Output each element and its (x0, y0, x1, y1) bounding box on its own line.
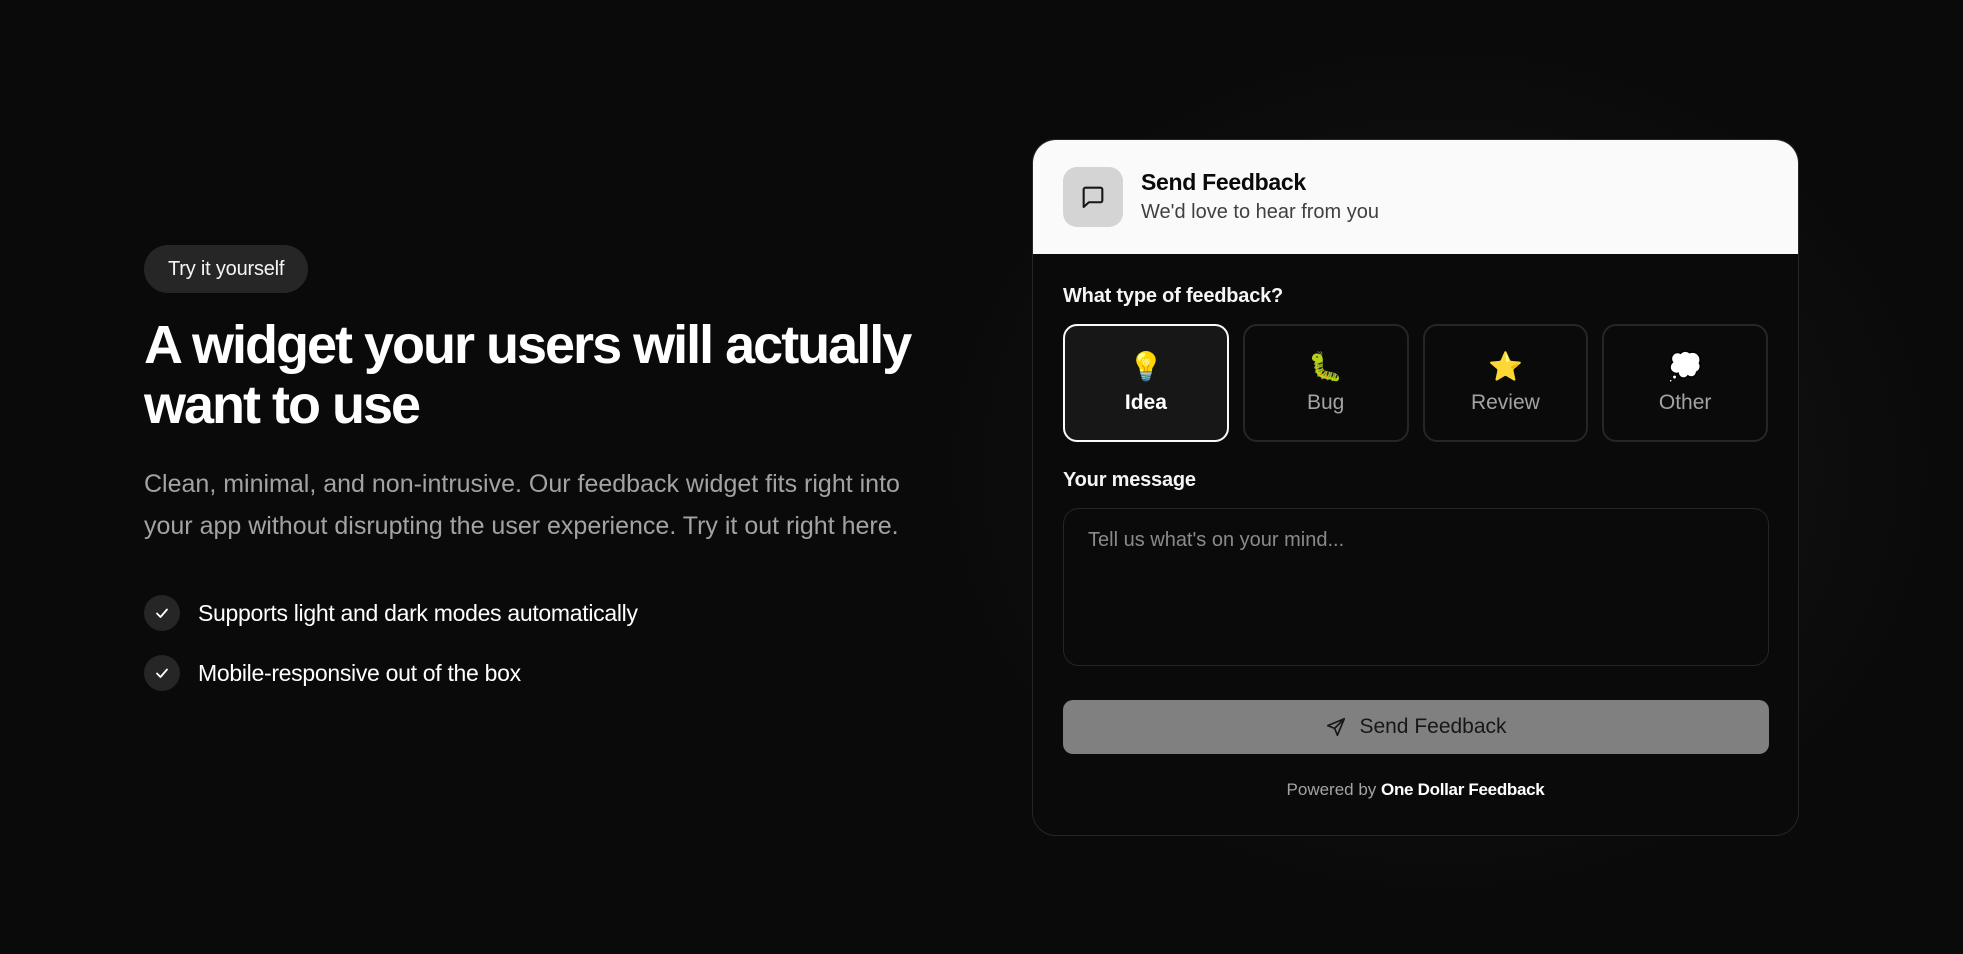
thought-bubble-icon: 💭 (1667, 351, 1703, 382)
lightbulb-icon: 💡 (1128, 351, 1164, 382)
feature-item: Mobile-responsive out of the box (144, 655, 924, 691)
bug-icon: 🐛 (1308, 351, 1344, 382)
feedback-type-label: What type of feedback? (1063, 285, 1284, 307)
widget-body: What type of feedback? 💡 Idea 🐛 Bug ⭐ Re… (1033, 254, 1798, 800)
feedback-type-group: 💡 Idea 🐛 Bug ⭐ Review 💭 Other (1063, 324, 1768, 442)
type-option-other[interactable]: 💭 Other (1602, 324, 1768, 442)
type-option-label: Other (1658, 391, 1712, 414)
type-option-label: Idea (1124, 391, 1167, 414)
powered-by-brand-link[interactable]: One Dollar Feedback (1381, 780, 1545, 799)
widget-subtitle: We'd love to hear from you (1141, 201, 1380, 223)
widget-title: Send Feedback (1141, 169, 1306, 195)
hero-lead: Clean, minimal, and non-intrusive. Our f… (144, 470, 900, 540)
type-option-bug[interactable]: 🐛 Bug (1242, 324, 1409, 442)
type-option-label: Bug (1306, 391, 1345, 414)
widget-header: Send Feedback We'd love to hear from you (1033, 140, 1798, 254)
send-feedback-button[interactable]: Send Feedback (1063, 700, 1769, 754)
check-icon (144, 595, 180, 631)
message-label: Your message (1063, 469, 1196, 491)
message-square-icon (1063, 167, 1123, 227)
feature-text: Supports light and dark modes automatica… (198, 599, 638, 626)
star-icon: ⭐ (1487, 351, 1523, 382)
hero-section: Try it yourself A widget your users will… (144, 245, 924, 715)
message-input[interactable] (1063, 508, 1769, 666)
type-option-review[interactable]: ⭐ Review (1422, 324, 1589, 442)
send-feedback-label: Send Feedback (1359, 715, 1507, 738)
feature-text: Mobile-responsive out of the box (198, 659, 521, 686)
send-icon (1327, 717, 1346, 737)
powered-by: Powered by One Dollar Feedback (1063, 780, 1768, 800)
powered-by-prefix: Powered by (1286, 780, 1377, 799)
widget-header-texts: Send Feedback We'd love to hear from you (1141, 167, 1379, 227)
try-it-badge: Try it yourself (144, 245, 309, 293)
feedback-widget: Send Feedback We'd love to hear from you… (1032, 139, 1799, 836)
feature-list: Supports light and dark modes automatica… (144, 595, 924, 691)
check-icon (144, 655, 180, 691)
feature-item: Supports light and dark modes automatica… (144, 595, 924, 631)
hero-headline: A widget your users will actually want t… (144, 315, 912, 435)
type-option-idea[interactable]: 💡 Idea (1063, 324, 1229, 442)
type-option-label: Review (1470, 391, 1540, 414)
page: Try it yourself A widget your users will… (0, 0, 1963, 954)
